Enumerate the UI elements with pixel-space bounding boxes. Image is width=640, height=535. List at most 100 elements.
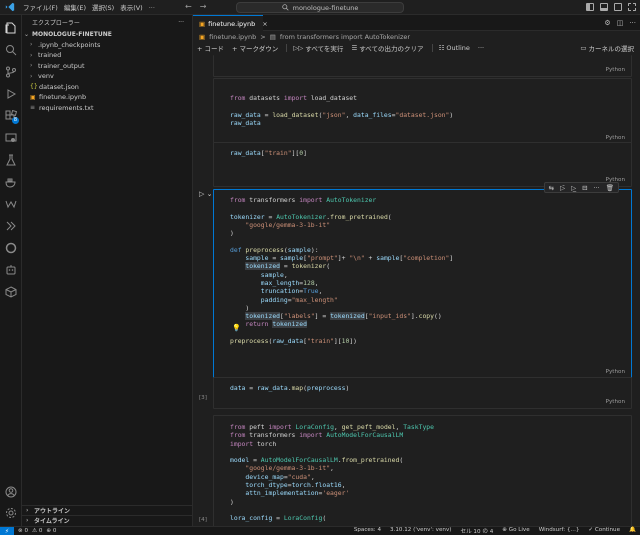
menu-view[interactable]: 表示(V) [120,2,143,12]
cell-execution-count: [4] [199,517,207,523]
tree-item-venv[interactable]: › venv [22,71,192,82]
extensions-icon[interactable]: 8 [4,109,19,124]
cell-language-label[interactable]: Python [606,369,625,375]
forward-arrow-icon[interactable]: → [200,2,207,11]
clear-outputs-button[interactable]: ☰ すべての出力のクリア [351,43,423,53]
close-icon[interactable]: × [262,20,267,28]
tree-item-trainer-output[interactable]: › trainer_output [22,61,192,72]
windsurf-icon[interactable] [4,197,18,211]
toggle-secondary-sidebar-icon[interactable] [614,3,622,11]
ports-count[interactable]: ⊕ 0 [46,528,56,534]
cell-more-icon[interactable]: ··· [594,184,600,192]
lightbulb-icon[interactable]: 💡 [232,324,241,332]
go-live-button[interactable]: ⊕ Go Live [502,527,529,535]
notebook-cell-active[interactable]: ⇆ ▷̄ ▷̲ ⊟ ··· 🗑 from transformers import… [213,182,632,379]
remote-explorer-icon[interactable] [4,131,18,145]
run-by-line-icon[interactable]: ⇆ [549,184,554,192]
source-control-icon[interactable] [4,65,18,79]
run-all-button[interactable]: ▷▷ すべてを実行 [293,43,343,53]
cell-language-label[interactable]: Python [606,67,625,73]
cell-code[interactable]: from peft import LoraConfig, get_peft_mo… [230,423,434,523]
testing-flask-icon[interactable] [4,153,18,167]
tab-finetune-ipynb[interactable]: ▣ finetune.ipynb × [193,15,268,31]
gear-icon[interactable] [4,506,18,520]
add-markdown-cell-button[interactable]: + マークダウン [232,43,278,53]
cell-position-status[interactable]: セル 10 の 4 [460,527,493,535]
cell-code[interactable]: data = raw_data.map(preprocess) [230,384,349,392]
continue-icon[interactable] [4,219,18,233]
cell-language-label[interactable]: Python [606,135,625,141]
tree-item-dataset-json[interactable]: {} dataset.json [22,82,192,93]
windsurf-status[interactable]: Windsurf: {...} [539,527,580,535]
toolbar-more-button[interactable]: ··· [478,44,484,52]
workspace-root[interactable]: ⌄ MONOLOGUE-FINETUNE [22,29,192,40]
tree-item-label: trainer_output [38,61,85,70]
tree-item-requirements-txt[interactable]: ≡ requirements.txt [22,103,192,114]
explorer-icon[interactable] [4,21,18,35]
tree-item-trained[interactable]: › trained [22,50,192,61]
status-left: ⊗ 0 ⚠ 0 ⊕ 0 [18,528,56,534]
breadcrumb-cell[interactable]: from transformers import AutoTokenizer [280,33,410,41]
tree-item-label: finetune.ipynb [39,93,87,102]
tree-item-ipynb-checkpoints[interactable]: › .ipynb_checkpoints [22,40,192,51]
add-code-cell-button[interactable]: + コード [197,43,224,53]
notebook-cell[interactable]: from datasets import load_dataset raw_da… [213,78,632,145]
notebook-cell[interactable]: data = raw_data.map(preprocess) Python [213,377,632,409]
notebook-cell[interactable]: raw_data["train"][0] Python [213,142,632,187]
continue-status[interactable]: ✓ Continue [588,527,620,535]
menu-file[interactable]: ファイル(F) [23,2,58,12]
kernel-label: カーネルの選択 [588,45,635,53]
execute-above-icon[interactable]: ▷̄ [560,184,565,192]
chevron-right-icon: › [30,62,33,70]
text-file-icon: ≡ [30,104,36,112]
menu-selection[interactable]: 選択(S) [92,2,114,12]
package-icon[interactable] [4,285,18,299]
warnings-count[interactable]: ⚠ 0 [32,528,42,534]
errors-count[interactable]: ⊗ 0 [18,528,28,534]
menu-more[interactable]: ... [149,2,155,12]
timeline-section[interactable]: › タイムライン [22,515,193,525]
robot-icon[interactable] [4,263,18,277]
cell-code[interactable]: raw_data["train"][0] [230,149,307,157]
delete-cell-icon[interactable]: 🗑 [606,184,614,192]
settings-icon[interactable]: ⚙ [604,19,610,27]
cell-code[interactable]: from datasets import load_dataset raw_da… [230,94,453,127]
execute-below-icon[interactable]: ▷̲ [571,184,576,192]
remote-indicator[interactable]: ⚡ [0,526,14,535]
notebook-cell[interactable]: from peft import LoraConfig, get_peft_mo… [213,415,632,527]
search-icon[interactable] [4,43,18,57]
run-cell-icon[interactable]: ▷ ⌄ [199,190,212,198]
docker-icon[interactable] [4,175,18,189]
menu-bar: ファイル(F) 編集(E) 選択(S) 表示(V) ... [23,2,155,12]
cell-code[interactable]: from transformers import AutoTokenizer t… [230,196,453,345]
menu-edit[interactable]: 編集(E) [64,2,86,12]
account-icon[interactable] [4,485,18,499]
more-actions-icon[interactable]: ··· [629,19,636,27]
split-cell-icon[interactable]: ⊟ [582,184,587,192]
breadcrumb-separator: > [260,33,266,41]
notifications-bell-icon[interactable]: 🔔 [629,527,636,535]
tree-item-finetune-ipynb[interactable]: ▣ finetune.ipynb [22,92,192,103]
toggle-panel-icon[interactable] [600,3,608,11]
toggle-sidebar-icon[interactable] [586,3,594,11]
run-all-label: すべてを実行 [305,45,344,53]
indentation-status[interactable]: Spaces: 4 [354,527,381,535]
outline-button[interactable]: ☷ Outline [439,44,470,52]
kernel-picker[interactable]: ▭ カーネルの選択 [580,43,634,53]
customize-layout-icon[interactable] [628,3,636,11]
command-center[interactable]: monologue-finetune [236,2,404,13]
python-interpreter-status[interactable]: 3.10.12 ('venv': venv) [390,527,451,535]
back-arrow-icon[interactable]: ← [185,2,192,11]
breadcrumb-file[interactable]: finetune.ipynb [209,33,256,41]
tree-item-label: .ipynb_checkpoints [38,40,101,49]
split-editor-icon[interactable]: ◫ [617,19,624,27]
explorer-more-button[interactable]: ··· [178,19,184,26]
tree-item-label: trained [38,51,62,60]
outline-section[interactable]: › アウトライン [22,505,193,515]
run-debug-icon[interactable] [4,87,18,101]
cell-language-label[interactable]: Python [606,399,625,405]
toolbar-divider [431,44,433,52]
cell-execution-count: [3] [199,395,207,401]
notebook-cell[interactable]: Python [213,55,632,77]
copilot-icon[interactable] [4,241,18,255]
